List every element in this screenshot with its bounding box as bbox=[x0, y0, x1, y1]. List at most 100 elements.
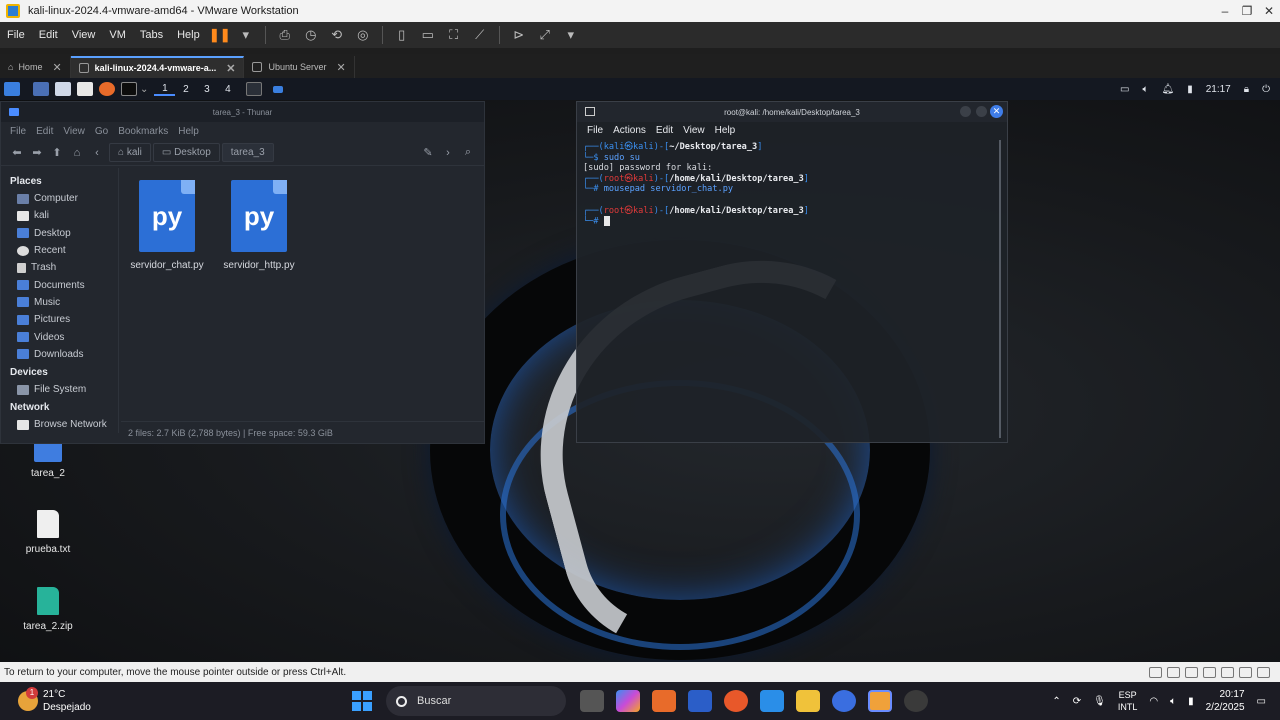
show-desktop-icon[interactable] bbox=[33, 82, 49, 96]
file-view[interactable]: py servidor_chat.py py servidor_http.py bbox=[121, 168, 484, 423]
full-screen-icon[interactable]: ⛶ bbox=[441, 25, 467, 45]
menu-tabs[interactable]: Tabs bbox=[133, 29, 170, 41]
forward-icon[interactable]: ➡ bbox=[27, 146, 47, 159]
menu-file[interactable]: File bbox=[582, 125, 608, 136]
menu-actions[interactable]: Actions bbox=[608, 125, 651, 136]
desktop-icon-prueba-txt[interactable]: prueba.txt bbox=[8, 510, 88, 555]
sidebar-item-desktop[interactable]: Desktop bbox=[1, 225, 118, 242]
sound-icon[interactable] bbox=[1221, 666, 1234, 678]
workspace-2[interactable]: 2 bbox=[175, 84, 196, 95]
file-servidor-chat[interactable]: py servidor_chat.py bbox=[117, 180, 217, 271]
menu-edit[interactable]: Edit bbox=[31, 126, 58, 137]
weather-widget[interactable]: 21°C Despejado bbox=[0, 687, 330, 714]
menu-view[interactable]: View bbox=[678, 125, 710, 136]
menu-view[interactable]: View bbox=[58, 126, 90, 137]
close-icon[interactable]: ✕ bbox=[990, 105, 1003, 118]
menu-edit[interactable]: Edit bbox=[32, 29, 65, 41]
revert-snapshot-icon[interactable]: ⟲ bbox=[324, 25, 350, 45]
task-view-icon[interactable] bbox=[580, 690, 604, 712]
taskbar-clock[interactable]: 20:17 2/2/2025 bbox=[1206, 688, 1245, 714]
chevron-left-icon[interactable]: ‹ bbox=[87, 147, 107, 159]
hard-disk-icon[interactable] bbox=[1149, 666, 1162, 678]
printer-icon[interactable] bbox=[1239, 666, 1252, 678]
lock-icon[interactable]: 🔒︎ bbox=[1244, 84, 1249, 95]
file-manager-icon[interactable] bbox=[55, 82, 71, 96]
home-icon[interactable]: ⌂ bbox=[67, 147, 87, 159]
dropdown-icon[interactable]: ▾ bbox=[558, 25, 584, 45]
menu-help[interactable]: Help bbox=[170, 29, 207, 41]
notifications-icon[interactable]: 🔔︎ bbox=[1162, 84, 1175, 95]
taskbar-terminal-icon[interactable] bbox=[246, 82, 263, 96]
sidebar-item-browse-network[interactable]: Browse Network bbox=[1, 416, 118, 433]
windows-start-icon[interactable] bbox=[352, 691, 372, 711]
breadcrumb-desktop[interactable]: ▭ Desktop bbox=[152, 143, 220, 162]
send-ctrl-alt-del-icon[interactable]: ⎙ bbox=[272, 25, 298, 45]
breadcrumb-kali[interactable]: ⌂ kali bbox=[109, 143, 151, 162]
text-editor-icon[interactable] bbox=[77, 82, 93, 96]
sidebar-item-computer[interactable]: Computer bbox=[1, 190, 118, 207]
thumbnail-icon[interactable]: ▭ bbox=[415, 25, 441, 45]
search-box[interactable]: Buscar bbox=[386, 686, 566, 716]
maximize-icon[interactable] bbox=[976, 106, 987, 117]
thunar-title-bar[interactable]: tarea_3 - Thunar bbox=[1, 102, 484, 122]
chevron-right-icon[interactable]: › bbox=[438, 147, 458, 159]
pause-icon[interactable]: ❚❚ bbox=[207, 25, 233, 45]
terminal-output[interactable]: ┌──(kali㉿kali)-[~/Desktop/tarea_3] └─$ s… bbox=[577, 138, 1007, 231]
taskbar-thunar-icon[interactable] bbox=[273, 85, 284, 93]
menu-help[interactable]: Help bbox=[173, 126, 204, 137]
workspace-1[interactable]: 1 bbox=[154, 83, 176, 96]
tab-home[interactable]: ⌂ Home ✕ bbox=[0, 56, 71, 78]
cd-icon[interactable] bbox=[1167, 666, 1180, 678]
stretch-icon[interactable]: ⤢ bbox=[532, 25, 558, 45]
workspace-4[interactable]: 4 bbox=[217, 84, 238, 95]
minimize-icon[interactable] bbox=[960, 106, 971, 117]
menu-vm[interactable]: VM bbox=[102, 29, 133, 41]
store-icon[interactable] bbox=[832, 690, 856, 712]
restore-icon[interactable]: ❐ bbox=[1236, 4, 1258, 18]
sidebar-item-recent[interactable]: Recent bbox=[1, 242, 118, 259]
volume-icon[interactable]: 🔈︎ bbox=[1143, 84, 1149, 95]
kali-menu-icon[interactable] bbox=[4, 82, 20, 96]
unity-icon[interactable]: ⟋ bbox=[467, 25, 493, 45]
snapshot-icon[interactable]: ◷ bbox=[298, 25, 324, 45]
menu-file[interactable]: File bbox=[5, 126, 31, 137]
tab-kali[interactable]: kali-linux-2024.4-vmware-a... ✕ bbox=[70, 56, 245, 78]
sidebar-icon[interactable]: ▯ bbox=[389, 25, 415, 45]
firefox-icon[interactable] bbox=[99, 82, 115, 96]
vmware-icon[interactable] bbox=[868, 690, 892, 712]
xampp-icon[interactable] bbox=[652, 690, 676, 712]
back-icon[interactable]: ⬅ bbox=[7, 146, 27, 159]
close-tab-icon[interactable]: ✕ bbox=[226, 62, 235, 75]
volume-icon[interactable]: 🔈︎ bbox=[1170, 696, 1176, 707]
chevron-up-icon[interactable]: ⌃ bbox=[1052, 696, 1060, 707]
workspace-3[interactable]: 3 bbox=[196, 84, 217, 95]
menu-help[interactable]: Help bbox=[710, 125, 741, 136]
word-icon[interactable] bbox=[688, 690, 712, 712]
sidebar-item-file-system[interactable]: File System bbox=[1, 381, 118, 398]
display-icon[interactable] bbox=[1257, 666, 1270, 678]
wifi-icon[interactable]: ◠ bbox=[1149, 696, 1158, 707]
desktop-icon-tarea-2[interactable]: tarea_2 bbox=[8, 440, 88, 479]
obs-icon[interactable] bbox=[904, 690, 928, 712]
sidebar-item-music[interactable]: Music bbox=[1, 294, 118, 311]
sidebar-item-trash[interactable]: Trash bbox=[1, 259, 118, 276]
sidebar-item-downloads[interactable]: Downloads bbox=[1, 346, 118, 363]
close-tab-icon[interactable]: ✕ bbox=[336, 61, 345, 74]
firefox-icon[interactable] bbox=[724, 690, 748, 712]
tab-ubuntu-server[interactable]: Ubuntu Server ✕ bbox=[244, 56, 355, 78]
menu-bookmarks[interactable]: Bookmarks bbox=[113, 126, 173, 137]
notification-center-icon[interactable]: ▭ bbox=[1257, 696, 1266, 707]
minimize-icon[interactable]: – bbox=[1214, 4, 1236, 18]
microphone-icon[interactable]: 🎙︎ bbox=[1093, 696, 1106, 707]
battery-icon[interactable]: ▮ bbox=[1188, 696, 1194, 707]
battery-icon[interactable]: ▮ bbox=[1187, 84, 1193, 95]
display-icon[interactable]: ▭ bbox=[1120, 84, 1129, 95]
terminal-icon[interactable] bbox=[121, 82, 137, 96]
file-explorer-icon[interactable] bbox=[796, 690, 820, 712]
snapshot-manager-icon[interactable]: ◎ bbox=[350, 25, 376, 45]
up-icon[interactable]: ⬆ bbox=[47, 146, 67, 159]
close-icon[interactable]: ✕ bbox=[1258, 4, 1280, 18]
power-icon[interactable]: ⏻ bbox=[1262, 84, 1270, 95]
menu-edit[interactable]: Edit bbox=[651, 125, 678, 136]
network-adapter-icon[interactable] bbox=[1185, 666, 1198, 678]
